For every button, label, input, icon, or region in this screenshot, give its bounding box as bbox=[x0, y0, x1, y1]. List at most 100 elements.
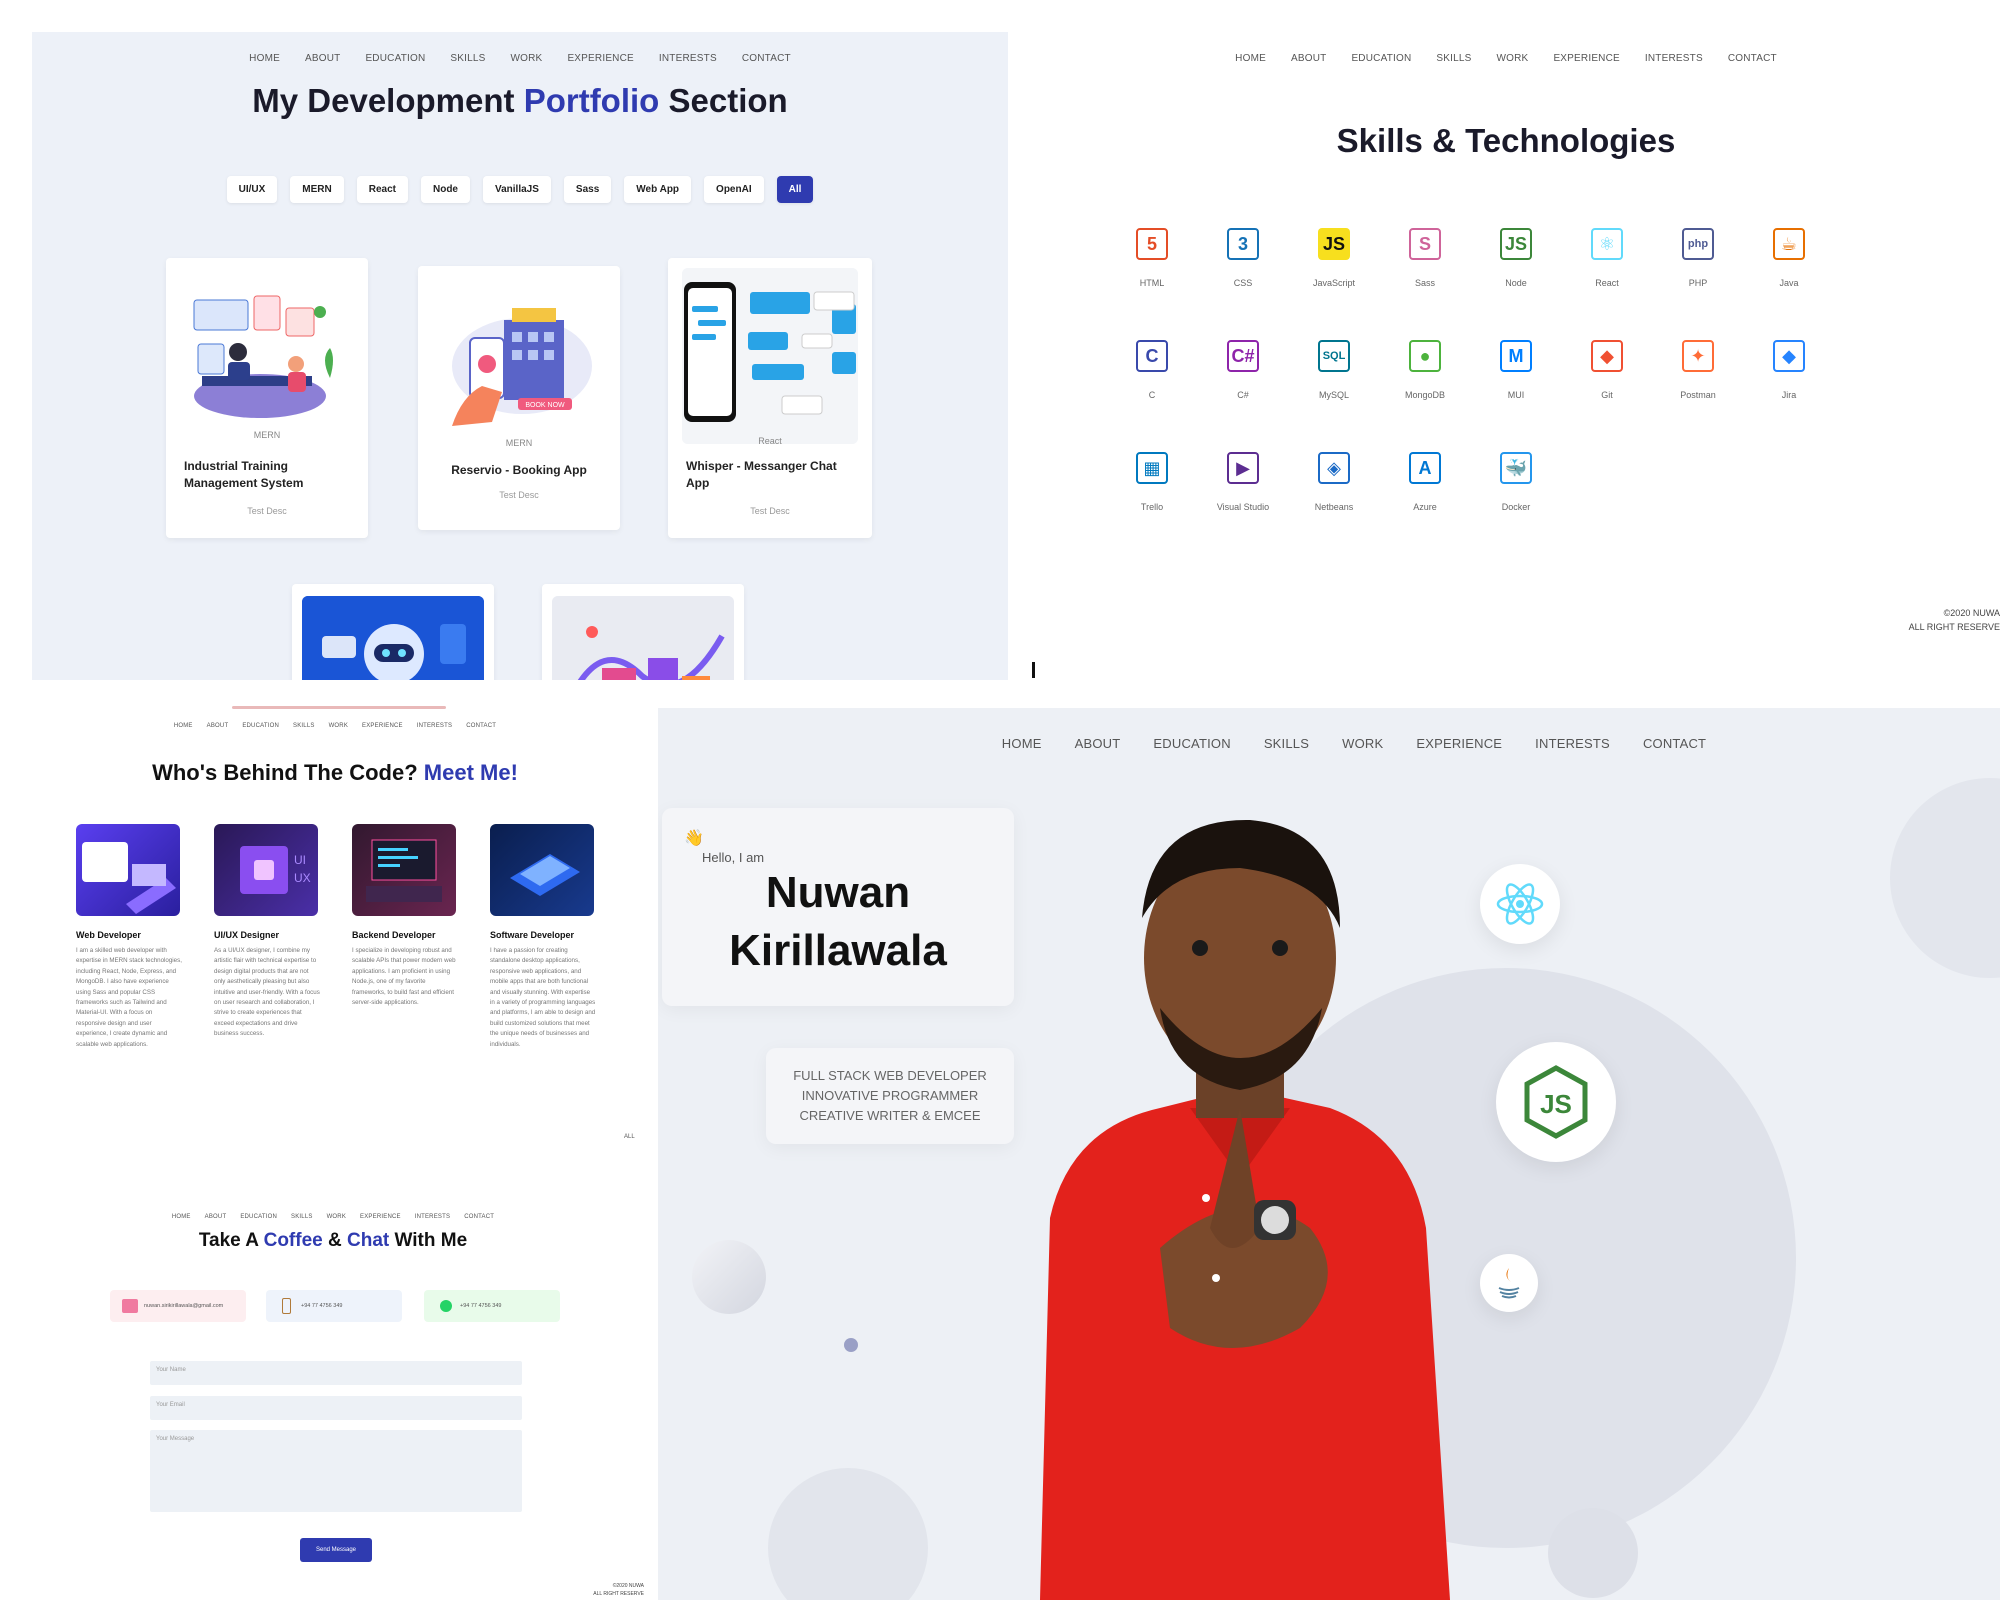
bg-decor-circle bbox=[768, 1468, 928, 1600]
azure-icon: A bbox=[1405, 448, 1445, 488]
skill-item: 5 HTML bbox=[1106, 224, 1198, 288]
bg-decor-circle bbox=[692, 1240, 766, 1314]
project-card[interactable] bbox=[292, 584, 494, 680]
skill-label: MySQL bbox=[1318, 390, 1349, 400]
nav-home[interactable]: HOME bbox=[172, 1214, 191, 1220]
node-badge: JS bbox=[1496, 1042, 1616, 1162]
nav-contact[interactable]: CONTACT bbox=[466, 723, 496, 729]
project-card[interactable]: BOOK NOW MERN Reservio - Booking App Tes… bbox=[418, 266, 620, 530]
email-card[interactable]: nuwan.sirikirillawala@gmail.com bbox=[110, 1290, 246, 1322]
php-icon: php bbox=[1678, 224, 1718, 264]
role-image bbox=[76, 824, 180, 916]
filter-node[interactable]: Node bbox=[420, 176, 470, 203]
skill-label: JavaScript bbox=[1312, 278, 1356, 288]
skill-item: ◆ Git bbox=[1561, 336, 1653, 400]
title-part: & bbox=[322, 1230, 347, 1251]
skill-item: A Azure bbox=[1379, 448, 1471, 512]
nav-education[interactable]: EDUCATION bbox=[1351, 53, 1411, 64]
all-label: ALL bbox=[624, 1134, 635, 1140]
nav-home[interactable]: HOME bbox=[1002, 736, 1042, 751]
nav-home[interactable]: HOME bbox=[174, 723, 193, 729]
nav-work[interactable]: WORK bbox=[1497, 53, 1529, 64]
email-field[interactable]: Your Email bbox=[150, 1396, 522, 1420]
project-card[interactable]: MERN Industrial Training Management Syst… bbox=[166, 258, 368, 538]
nav-about[interactable]: ABOUT bbox=[1291, 53, 1326, 64]
filter-react[interactable]: React bbox=[356, 176, 408, 203]
nav-work[interactable]: WORK bbox=[327, 1214, 346, 1220]
role-title: UI/UX Designer bbox=[214, 930, 280, 940]
svg-text:UX: UX bbox=[294, 871, 311, 885]
whatsapp-card[interactable]: +94 77 4756 349 bbox=[424, 1290, 560, 1322]
title-highlight: Coffee bbox=[263, 1230, 323, 1251]
nav-about[interactable]: ABOUT bbox=[207, 723, 229, 729]
nav-about[interactable]: ABOUT bbox=[305, 53, 340, 64]
filter-webapp[interactable]: Web App bbox=[624, 176, 692, 203]
filter-uiux[interactable]: UI/UX bbox=[226, 176, 278, 203]
filter-vanillajs[interactable]: VanillaJS bbox=[482, 176, 551, 203]
title-highlight: Portfolio bbox=[523, 82, 660, 119]
nav-work[interactable]: WORK bbox=[329, 723, 348, 729]
whatsapp-text: +94 77 4756 349 bbox=[460, 1303, 502, 1309]
message-field[interactable]: Your Message bbox=[150, 1430, 522, 1512]
nav-interests[interactable]: INTERESTS bbox=[415, 1214, 450, 1220]
portfolio-nav: HOME ABOUT EDUCATION SKILLS WORK EXPERIE… bbox=[32, 53, 1008, 64]
nav-home[interactable]: HOME bbox=[1235, 53, 1266, 64]
mysql-icon: SQL bbox=[1314, 336, 1354, 376]
nav-experience[interactable]: EXPERIENCE bbox=[1416, 736, 1502, 751]
nav-contact[interactable]: CONTACT bbox=[1643, 736, 1706, 751]
project-card[interactable]: React Whisper - Messanger Chat App Test … bbox=[668, 258, 872, 538]
nav-interests[interactable]: INTERESTS bbox=[1645, 53, 1703, 64]
filter-sass[interactable]: Sass bbox=[563, 176, 612, 203]
nav-contact[interactable]: CONTACT bbox=[1728, 53, 1777, 64]
role-desc: As a UI/UX designer, I combine my artist… bbox=[214, 947, 320, 1038]
nav-about[interactable]: ABOUT bbox=[1075, 736, 1121, 751]
nav-experience[interactable]: EXPERIENCE bbox=[362, 723, 403, 729]
nav-experience[interactable]: EXPERIENCE bbox=[1553, 53, 1619, 64]
react-icon bbox=[1496, 883, 1544, 925]
filter-openai[interactable]: OpenAI bbox=[704, 176, 764, 203]
nav-contact[interactable]: CONTACT bbox=[742, 53, 791, 64]
nav-skills[interactable]: SKILLS bbox=[291, 1214, 313, 1220]
skill-item: S Sass bbox=[1379, 224, 1471, 288]
nav-skills[interactable]: SKILLS bbox=[1264, 736, 1309, 751]
nav-contact[interactable]: CONTACT bbox=[464, 1214, 494, 1220]
nav-education[interactable]: EDUCATION bbox=[240, 1214, 277, 1220]
project-thumbnail bbox=[180, 268, 354, 436]
skill-label: Azure bbox=[1413, 502, 1437, 512]
send-message-button[interactable]: Send Message bbox=[300, 1538, 372, 1562]
role-title: Software Developer bbox=[490, 930, 575, 940]
nav-education[interactable]: EDUCATION bbox=[365, 53, 425, 64]
nav-education[interactable]: EDUCATION bbox=[1153, 736, 1230, 751]
skill-label: Docker bbox=[1501, 502, 1531, 512]
role-card: UI UX UI/UX Designer As a UI/UX designer,… bbox=[214, 824, 320, 1040]
nav-work[interactable]: WORK bbox=[1342, 736, 1383, 751]
skills-nav: HOME ABOUT EDUCATION SKILLS WORK EXPERIE… bbox=[1032, 53, 2000, 64]
nav-home[interactable]: HOME bbox=[249, 53, 280, 64]
nav-skills[interactable]: SKILLS bbox=[293, 723, 315, 729]
nav-skills[interactable]: SKILLS bbox=[1436, 53, 1471, 64]
contact-nav: HOME ABOUT EDUCATION SKILLS WORK EXPERIE… bbox=[32, 1214, 658, 1220]
nav-experience[interactable]: EXPERIENCE bbox=[567, 53, 633, 64]
title-part: My Development bbox=[252, 82, 524, 119]
svg-text:JS: JS bbox=[1540, 1089, 1572, 1119]
skill-item: ◆ Jira bbox=[1743, 336, 1835, 400]
skills-footer: ©2020 NUWA ALL RIGHT RESERVE bbox=[1909, 606, 2000, 634]
filter-all[interactable]: All bbox=[776, 176, 814, 203]
nav-work[interactable]: WORK bbox=[511, 53, 543, 64]
project-card[interactable] bbox=[542, 584, 744, 680]
react-icon: ⚛ bbox=[1587, 224, 1627, 264]
nav-about[interactable]: ABOUT bbox=[205, 1214, 227, 1220]
project-thumbnail bbox=[682, 268, 858, 444]
nav-interests[interactable]: INTERESTS bbox=[1535, 736, 1610, 751]
nav-education[interactable]: EDUCATION bbox=[242, 723, 279, 729]
phone-card[interactable]: +94 77 4756 349 bbox=[266, 1290, 402, 1322]
nav-interests[interactable]: INTERESTS bbox=[659, 53, 717, 64]
filter-bar: UI/UX MERN React Node VanillaJS Sass Web… bbox=[32, 176, 1008, 203]
nav-experience[interactable]: EXPERIENCE bbox=[360, 1214, 401, 1220]
nav-skills[interactable]: SKILLS bbox=[450, 53, 485, 64]
nav-interests[interactable]: INTERESTS bbox=[417, 723, 452, 729]
skill-label: Node bbox=[1505, 278, 1527, 288]
name-field[interactable]: Your Name bbox=[150, 1361, 522, 1385]
filter-mern[interactable]: MERN bbox=[290, 176, 344, 203]
html5-icon: 5 bbox=[1132, 224, 1172, 264]
